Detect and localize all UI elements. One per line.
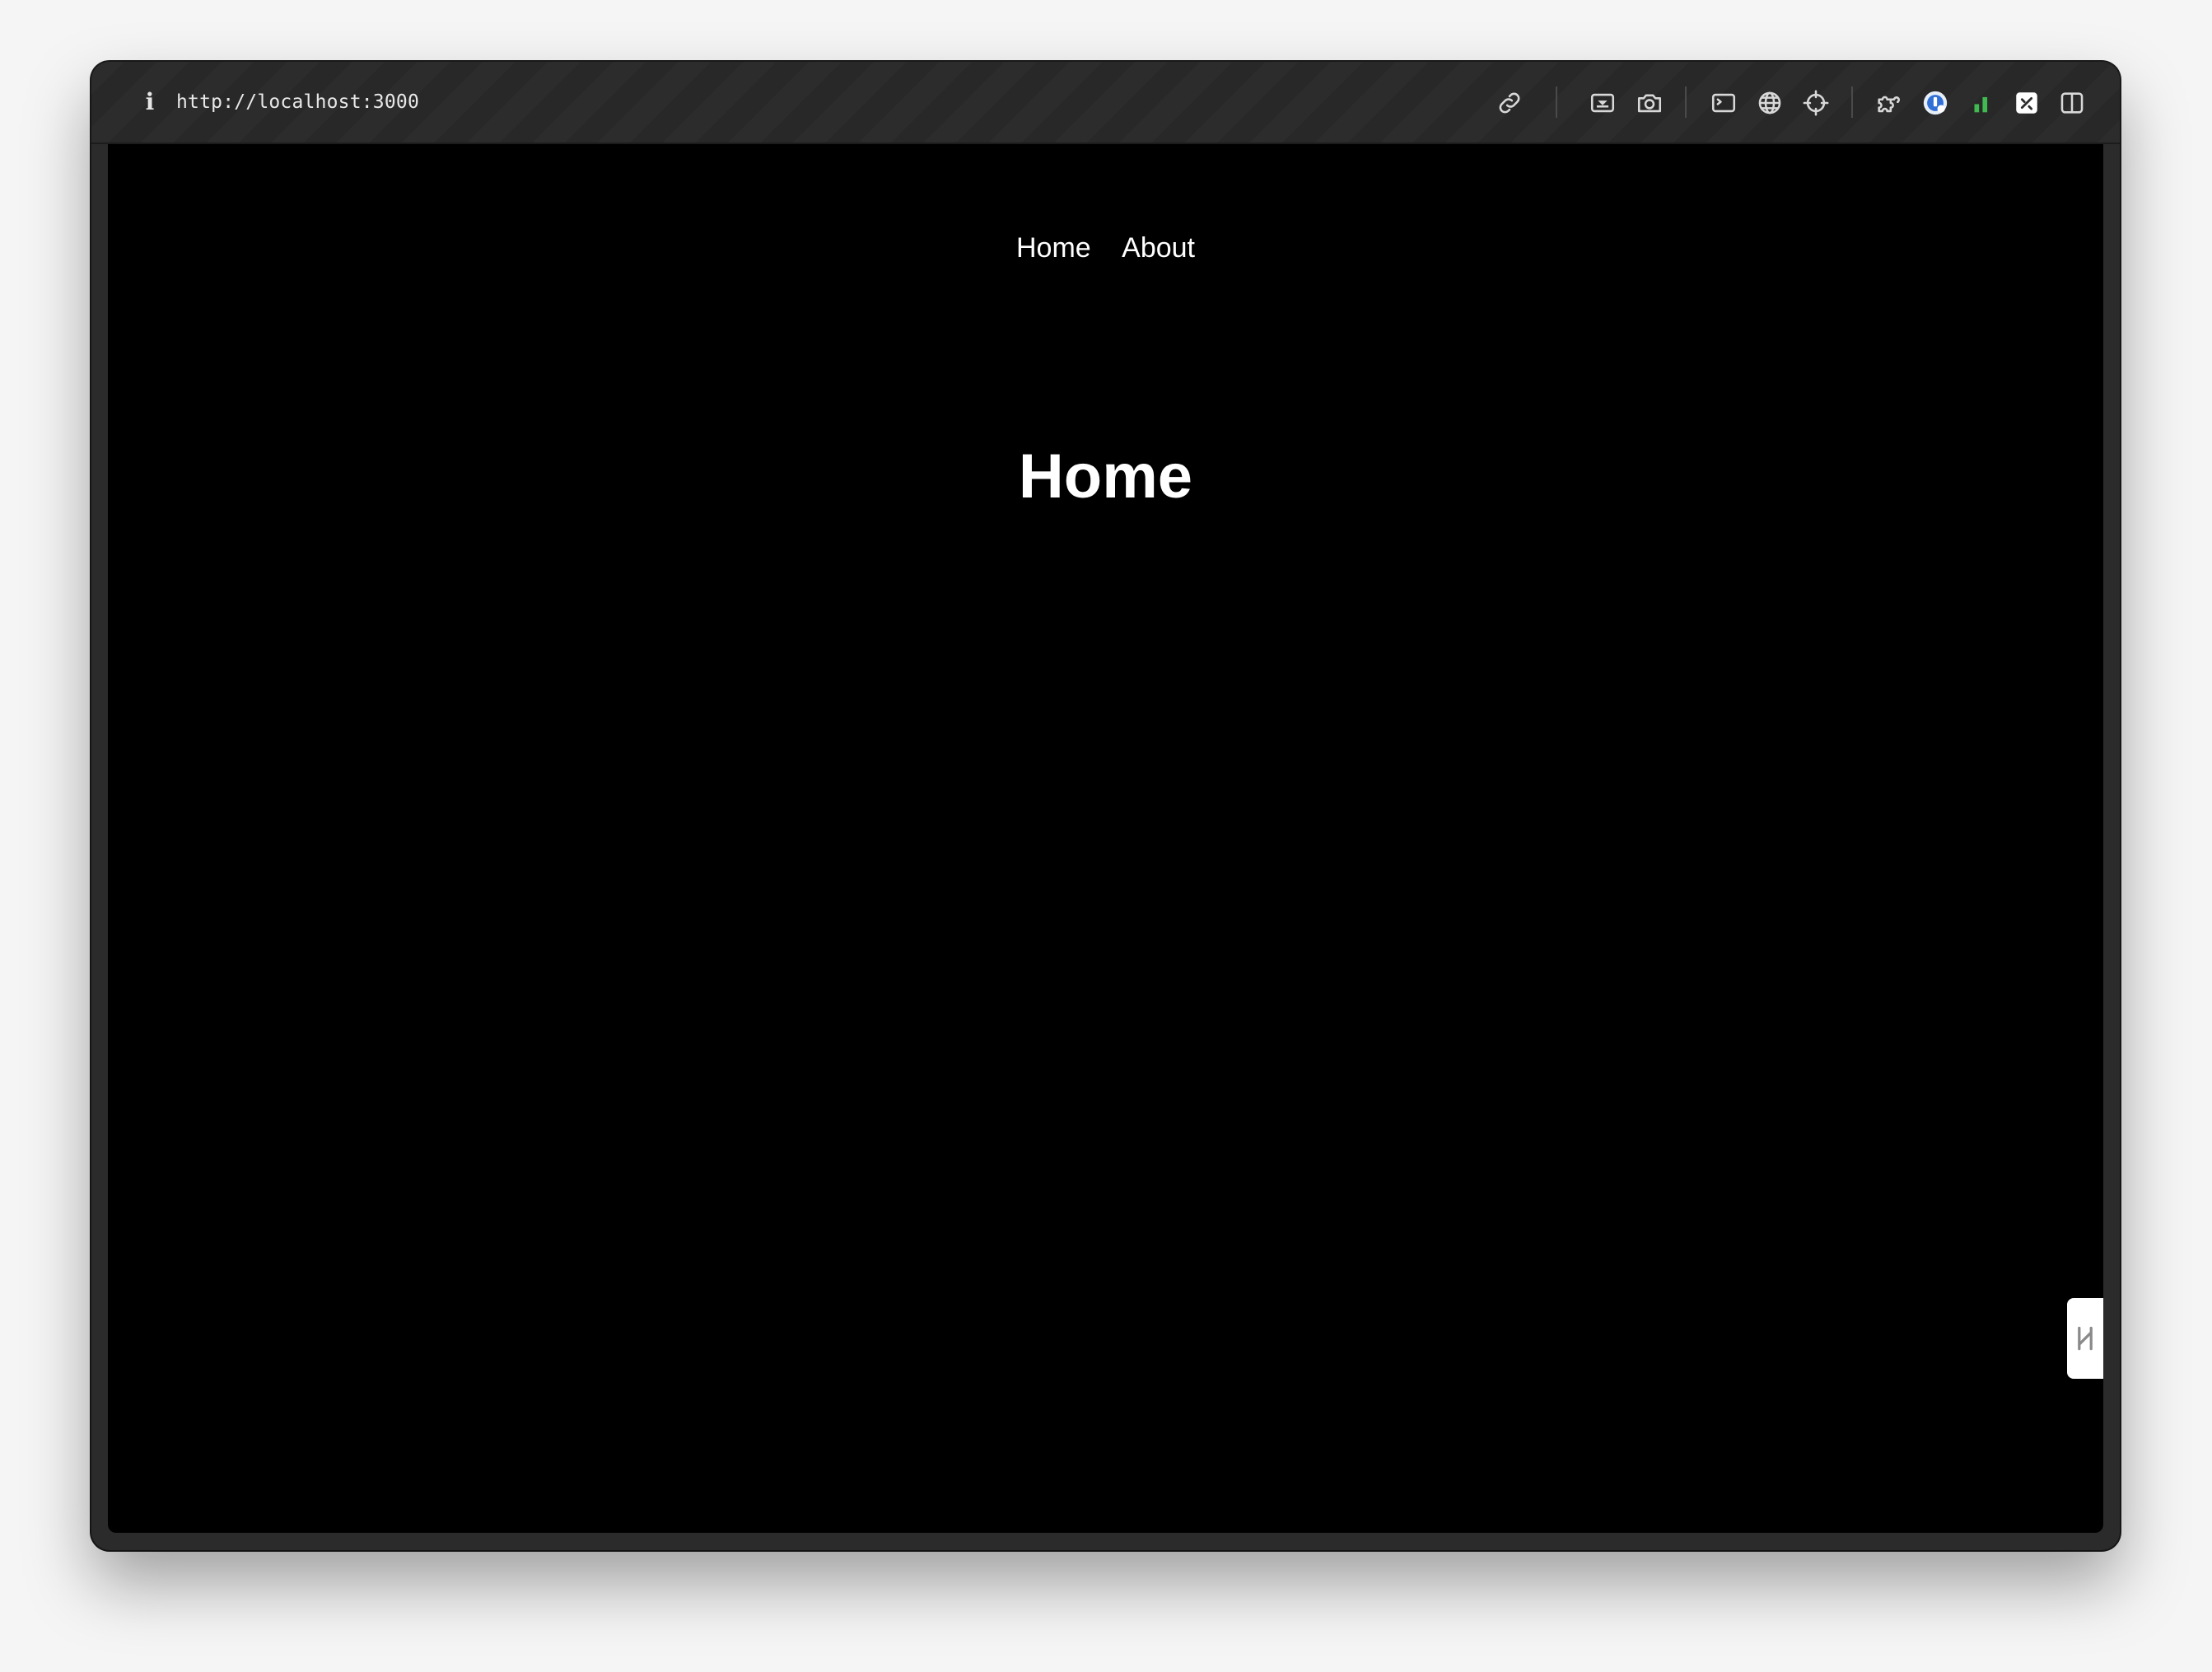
browser-window: i http://localhost:3000 Home About Home bbox=[91, 62, 2120, 1550]
sidebar-icon[interactable] bbox=[2054, 85, 2090, 121]
profile-icon[interactable] bbox=[1917, 85, 1953, 121]
nav-link-about[interactable]: About bbox=[1122, 232, 1195, 264]
desktop-background: i http://localhost:3000 Home About Home bbox=[0, 0, 2212, 1672]
link-icon[interactable] bbox=[1491, 85, 1528, 121]
toolbar-separator bbox=[1685, 86, 1687, 118]
info-icon[interactable]: i bbox=[138, 82, 162, 123]
signal-icon[interactable] bbox=[1963, 85, 2000, 121]
globe-icon[interactable] bbox=[1752, 85, 1788, 121]
page-title: Home bbox=[1018, 441, 1193, 511]
terminal-icon[interactable] bbox=[1706, 85, 1742, 121]
side-panel-tab[interactable] bbox=[2067, 1298, 2103, 1379]
camera-icon[interactable] bbox=[1631, 85, 1668, 121]
page-viewport: Home About Home bbox=[108, 144, 2103, 1533]
toolbar-separator bbox=[1851, 86, 1853, 118]
extensions-icon[interactable] bbox=[1870, 85, 1906, 121]
nav-link-home[interactable]: Home bbox=[1016, 232, 1091, 264]
address-bar[interactable]: http://localhost:3000 bbox=[176, 82, 419, 123]
devtools-icon[interactable] bbox=[2009, 85, 2045, 121]
crosshair-icon[interactable] bbox=[1798, 85, 1834, 121]
site-nav: Home About bbox=[108, 232, 2103, 264]
toolbar-separator bbox=[1556, 86, 1557, 118]
browser-toolbar: i http://localhost:3000 bbox=[91, 62, 2120, 144]
drag-handle-icon bbox=[2078, 1326, 2093, 1351]
responsive-icon[interactable] bbox=[1584, 85, 1621, 121]
